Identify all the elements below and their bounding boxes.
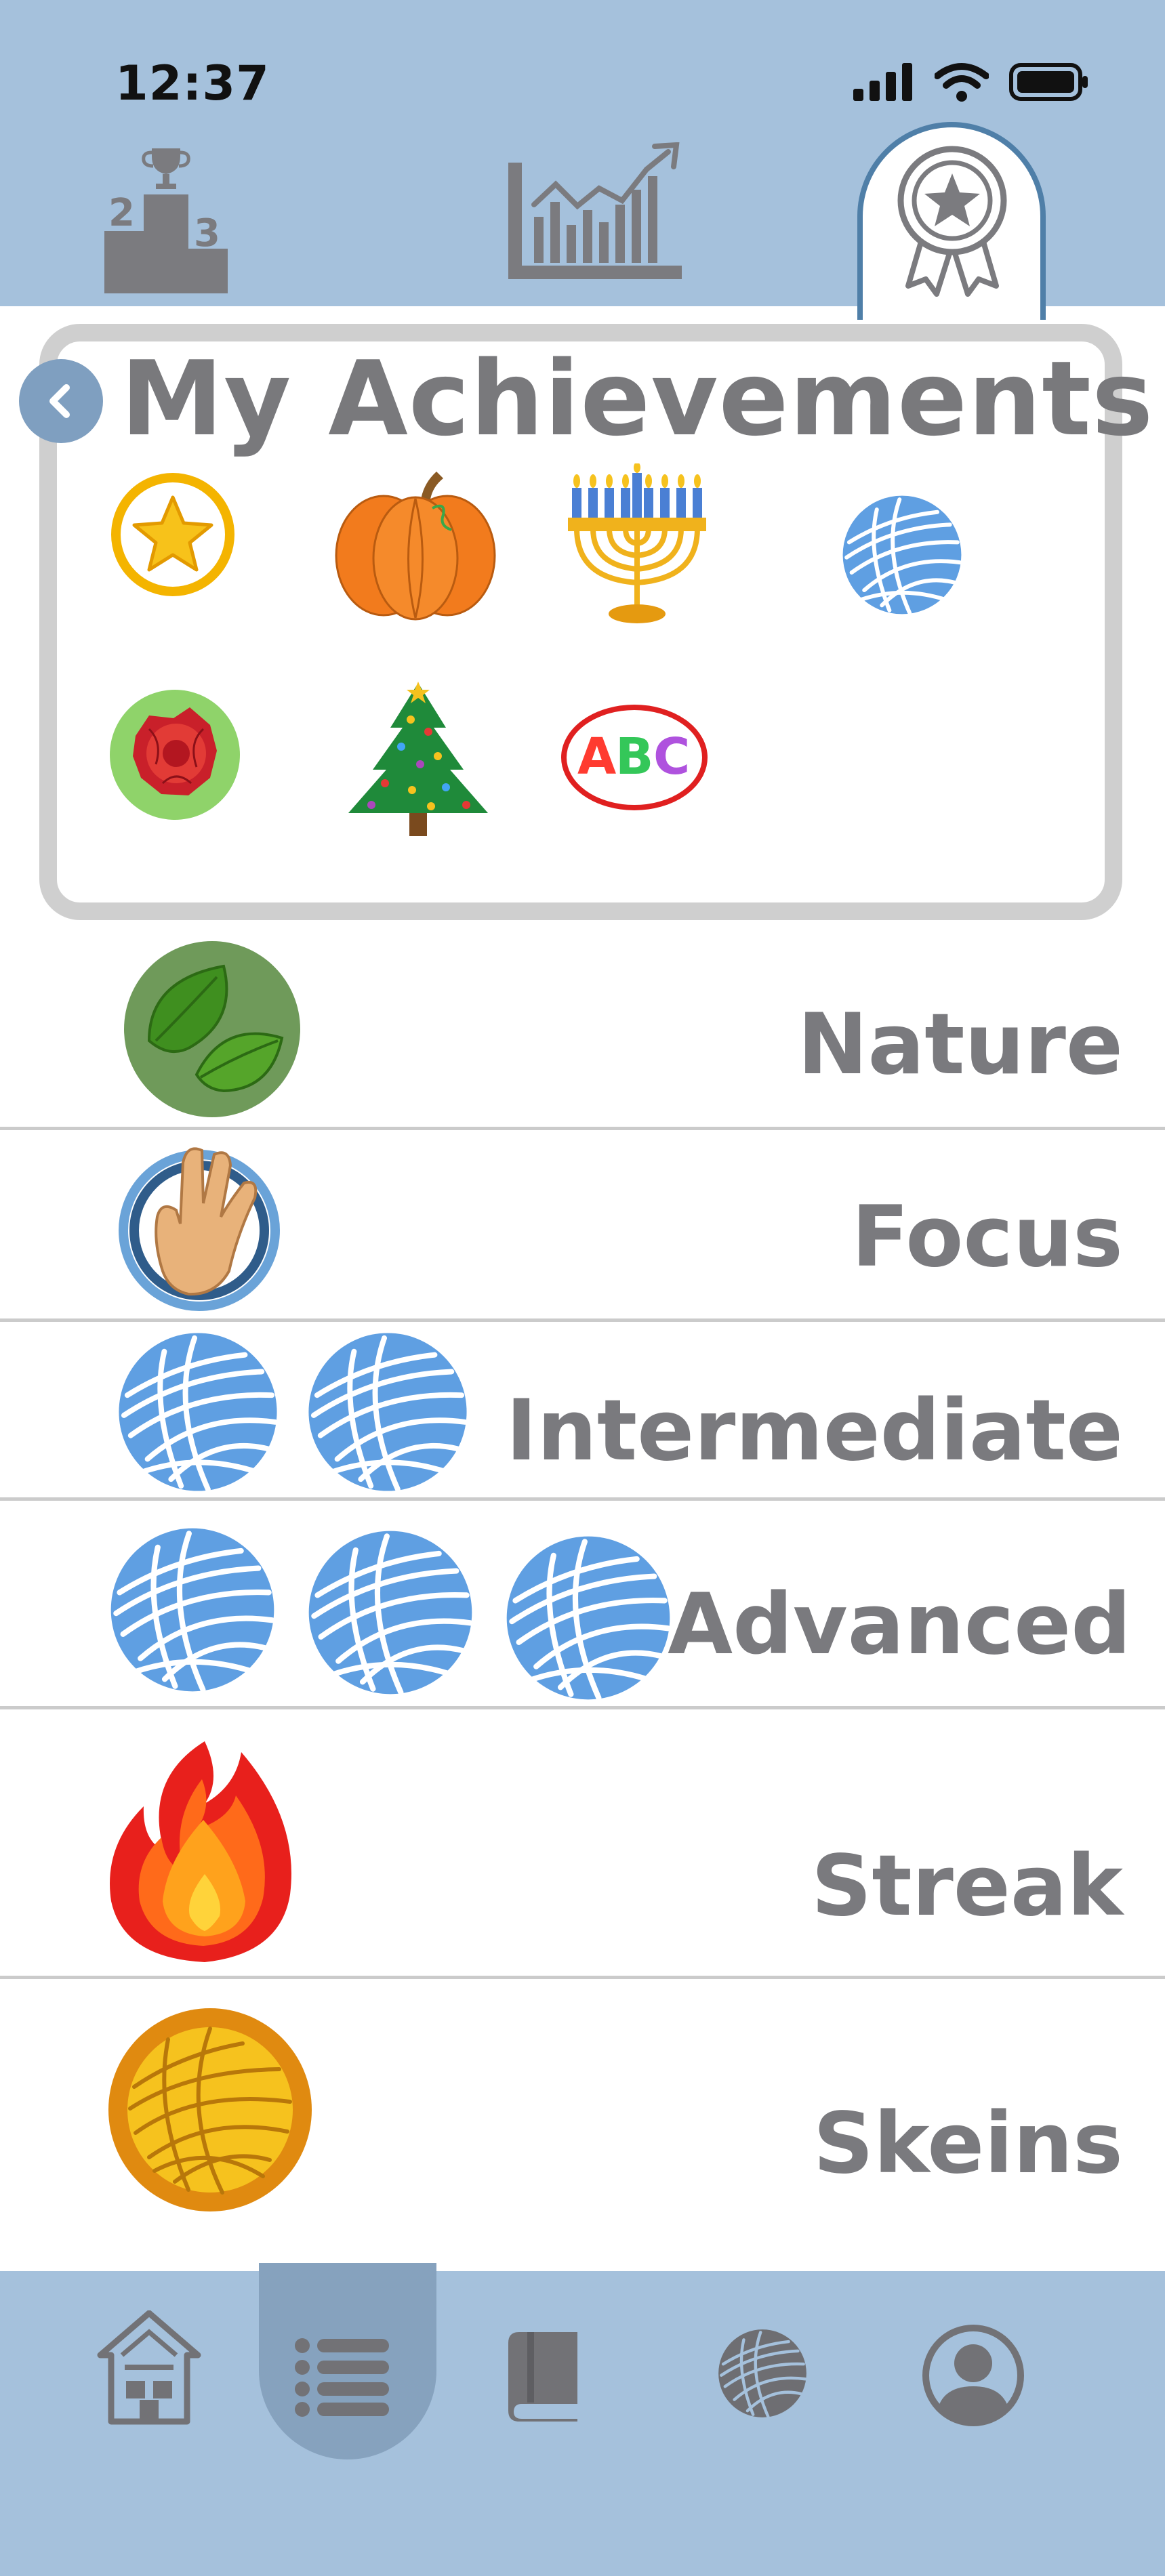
badge-yarn-ball[interactable] [839,492,965,618]
gold-yarn-badge-icon [108,2008,312,2211]
advanced-badge-3 [502,1531,675,1705]
category-label-intermediate: Intermediate [506,1382,1123,1480]
menorah-badge-icon [567,462,708,623]
cellular-signal-icon [853,63,912,101]
category-label-streak: Streak [811,1837,1123,1935]
badge-christmas-tree[interactable] [344,680,492,839]
badge-pumpkin[interactable] [331,465,500,621]
category-label-advanced: Advanced [668,1576,1131,1674]
streak-badge [103,1739,301,1966]
yarn-ball-badge-icon [114,1328,282,1496]
leaves-badge-icon [124,941,300,1117]
christmas-tree-badge-icon [348,682,488,836]
nav-profile[interactable] [922,2324,1025,2427]
svg-text:C: C [653,728,690,786]
tab-leaderboard[interactable]: 2 3 [95,139,237,296]
intermediate-badge-1 [114,1328,282,1496]
svg-text:3: 3 [194,211,220,255]
badge-gold-star[interactable] [110,472,236,598]
bar-chart-icon [508,142,682,279]
category-label-focus: Focus [851,1188,1123,1286]
category-label-skeins: Skeins [813,2095,1123,2193]
yarn-ball-badge-icon [304,1328,472,1496]
award-ribbon-icon [897,146,1007,297]
status-time: 12:37 [115,56,270,111]
badge-abc[interactable]: A B C [560,703,709,812]
badge-red-flower[interactable] [108,688,241,821]
yarn-ball-badge-icon [839,492,965,618]
focus-badge [115,1136,286,1314]
gold-star-badge-icon [111,473,234,596]
yarn-ball-icon [718,2329,807,2418]
category-label-nature: Nature [797,996,1123,1094]
yarn-ball-badge-icon [304,1526,477,1699]
status-icons [853,62,1090,102]
nav-yarn[interactable] [716,2327,809,2420]
podium-icon: 2 3 [104,148,228,293]
red-flower-badge-icon [110,690,240,820]
skeins-badge [107,2007,313,2213]
tab-statistics[interactable] [507,142,683,282]
hand-sign-badge-icon [119,1147,280,1311]
yarn-ball-badge-icon [502,1531,675,1705]
intermediate-badge-2 [304,1328,472,1496]
flame-badge-icon [110,1741,291,1962]
advanced-badge-1 [106,1523,279,1697]
nav-list[interactable] [294,2336,390,2417]
pumpkin-badge-icon [335,472,496,621]
chevron-left-icon [49,384,70,418]
badge-menorah[interactable] [567,462,708,626]
back-button[interactable] [19,359,103,443]
svg-text:B: B [615,728,653,786]
nav-home[interactable] [95,2310,203,2426]
tab-achievements[interactable] [895,141,1010,301]
wifi-icon [935,63,989,102]
advanced-badge-2 [304,1526,477,1699]
list-icon [295,2338,389,2417]
battery-icon [1009,63,1088,101]
svg-text:2: 2 [108,191,135,235]
svg-text:A: A [577,728,616,786]
nature-badge [122,939,302,1119]
house-icon [97,2310,201,2425]
book-icon [508,2332,577,2422]
abc-badge-icon: A B C [561,705,708,810]
user-avatar-icon [922,2325,1024,2426]
page-title: My Achievements [121,339,1154,459]
yarn-ball-badge-icon [106,1523,279,1697]
nav-book[interactable] [507,2331,581,2423]
